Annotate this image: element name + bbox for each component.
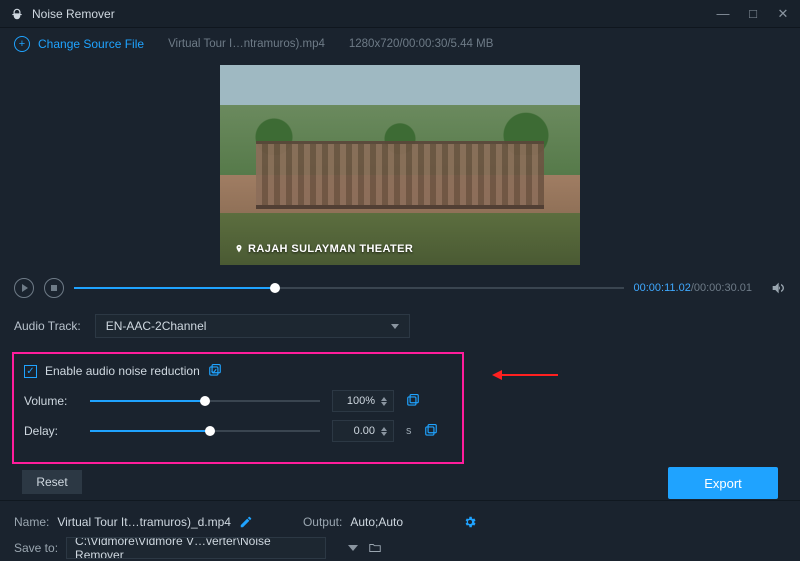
- output-value: Auto;Auto: [350, 515, 403, 529]
- browse-folder-icon[interactable]: [368, 541, 382, 555]
- seek-slider[interactable]: [74, 281, 624, 295]
- volume-input[interactable]: 100%: [332, 390, 394, 412]
- audio-track-value: EN-AAC-2Channel: [106, 319, 207, 333]
- source-file-name: Virtual Tour I…ntramuros).mp4: [168, 38, 325, 50]
- delay-step-down[interactable]: [381, 432, 387, 436]
- play-button[interactable]: [14, 278, 34, 298]
- volume-row: Volume: 100%: [24, 390, 452, 412]
- delay-row: Delay: 0.00 s: [24, 420, 452, 442]
- output-panel: Name: Virtual Tour It…tramuros)_d.mp4 Ou…: [0, 500, 800, 561]
- app-title: Noise Remover: [32, 7, 115, 21]
- stop-icon: [51, 285, 57, 291]
- app-icon: [10, 7, 24, 21]
- annotation-arrow: [492, 370, 558, 380]
- apply-all-icon[interactable]: [208, 364, 222, 378]
- noise-reduction-panel: ✓ Enable audio noise reduction Volume: 1…: [12, 352, 464, 464]
- output-settings-icon[interactable]: [463, 515, 477, 529]
- time-readout: 00:00:11.02/00:00:30.01: [634, 282, 752, 294]
- stop-button[interactable]: [44, 278, 64, 298]
- preview-caption: RAJAH SULAYMAN THEATER: [234, 243, 413, 255]
- source-file-meta: 1280x720/00:00:30/5.44 MB: [349, 38, 494, 50]
- delay-step-up[interactable]: [381, 427, 387, 431]
- transport-bar: 00:00:11.02/00:00:30.01: [0, 270, 800, 306]
- source-bar: + Change Source File Virtual Tour I…ntra…: [0, 28, 800, 60]
- save-path-field[interactable]: C:\Vidmore\Vidmore V…verter\Noise Remove…: [66, 537, 326, 559]
- delay-unit: s: [406, 425, 412, 437]
- location-pin-icon: [234, 244, 244, 254]
- audio-track-select[interactable]: EN-AAC-2Channel: [95, 314, 410, 338]
- audio-track-label: Audio Track:: [14, 319, 81, 333]
- name-label: Name:: [14, 515, 49, 529]
- delay-input[interactable]: 0.00: [332, 420, 394, 442]
- audio-track-row: Audio Track: EN-AAC-2Channel: [0, 306, 800, 346]
- edit-name-icon[interactable]: [239, 515, 253, 529]
- output-label: Output:: [303, 515, 342, 529]
- apply-all-icon[interactable]: [424, 424, 438, 438]
- play-icon: [22, 284, 28, 292]
- plus-icon: +: [14, 36, 30, 52]
- delay-label: Delay:: [24, 424, 78, 438]
- export-button[interactable]: Export: [668, 467, 778, 499]
- chevron-down-icon: [391, 324, 399, 329]
- title-bar: Noise Remover — □ ✕: [0, 0, 800, 28]
- change-source-button[interactable]: + Change Source File: [14, 36, 144, 52]
- window-controls: — □ ✕: [716, 6, 790, 22]
- minimize-button[interactable]: —: [716, 6, 730, 22]
- reset-button[interactable]: Reset: [22, 470, 82, 494]
- apply-all-icon[interactable]: [406, 394, 420, 408]
- volume-step-down[interactable]: [381, 402, 387, 406]
- volume-label: Volume:: [24, 394, 78, 408]
- enable-noise-row: ✓ Enable audio noise reduction: [24, 364, 452, 378]
- maximize-button[interactable]: □: [746, 6, 760, 22]
- video-preview[interactable]: RAJAH SULAYMAN THEATER: [220, 65, 580, 265]
- volume-slider[interactable]: [90, 394, 320, 408]
- time-total: 00:00:30.01: [694, 282, 752, 294]
- enable-noise-label: Enable audio noise reduction: [45, 364, 200, 378]
- change-source-label: Change Source File: [38, 37, 144, 51]
- save-to-label: Save to:: [14, 541, 58, 555]
- chevron-down-icon[interactable]: [348, 545, 358, 551]
- preview-area: RAJAH SULAYMAN THEATER: [0, 60, 800, 270]
- volume-step-up[interactable]: [381, 397, 387, 401]
- enable-noise-checkbox[interactable]: ✓: [24, 365, 37, 378]
- close-button[interactable]: ✕: [776, 6, 790, 22]
- delay-slider[interactable]: [90, 424, 320, 438]
- time-current: 00:00:11.02: [634, 282, 691, 294]
- volume-icon[interactable]: [770, 280, 786, 296]
- name-value: Virtual Tour It…tramuros)_d.mp4: [57, 515, 231, 529]
